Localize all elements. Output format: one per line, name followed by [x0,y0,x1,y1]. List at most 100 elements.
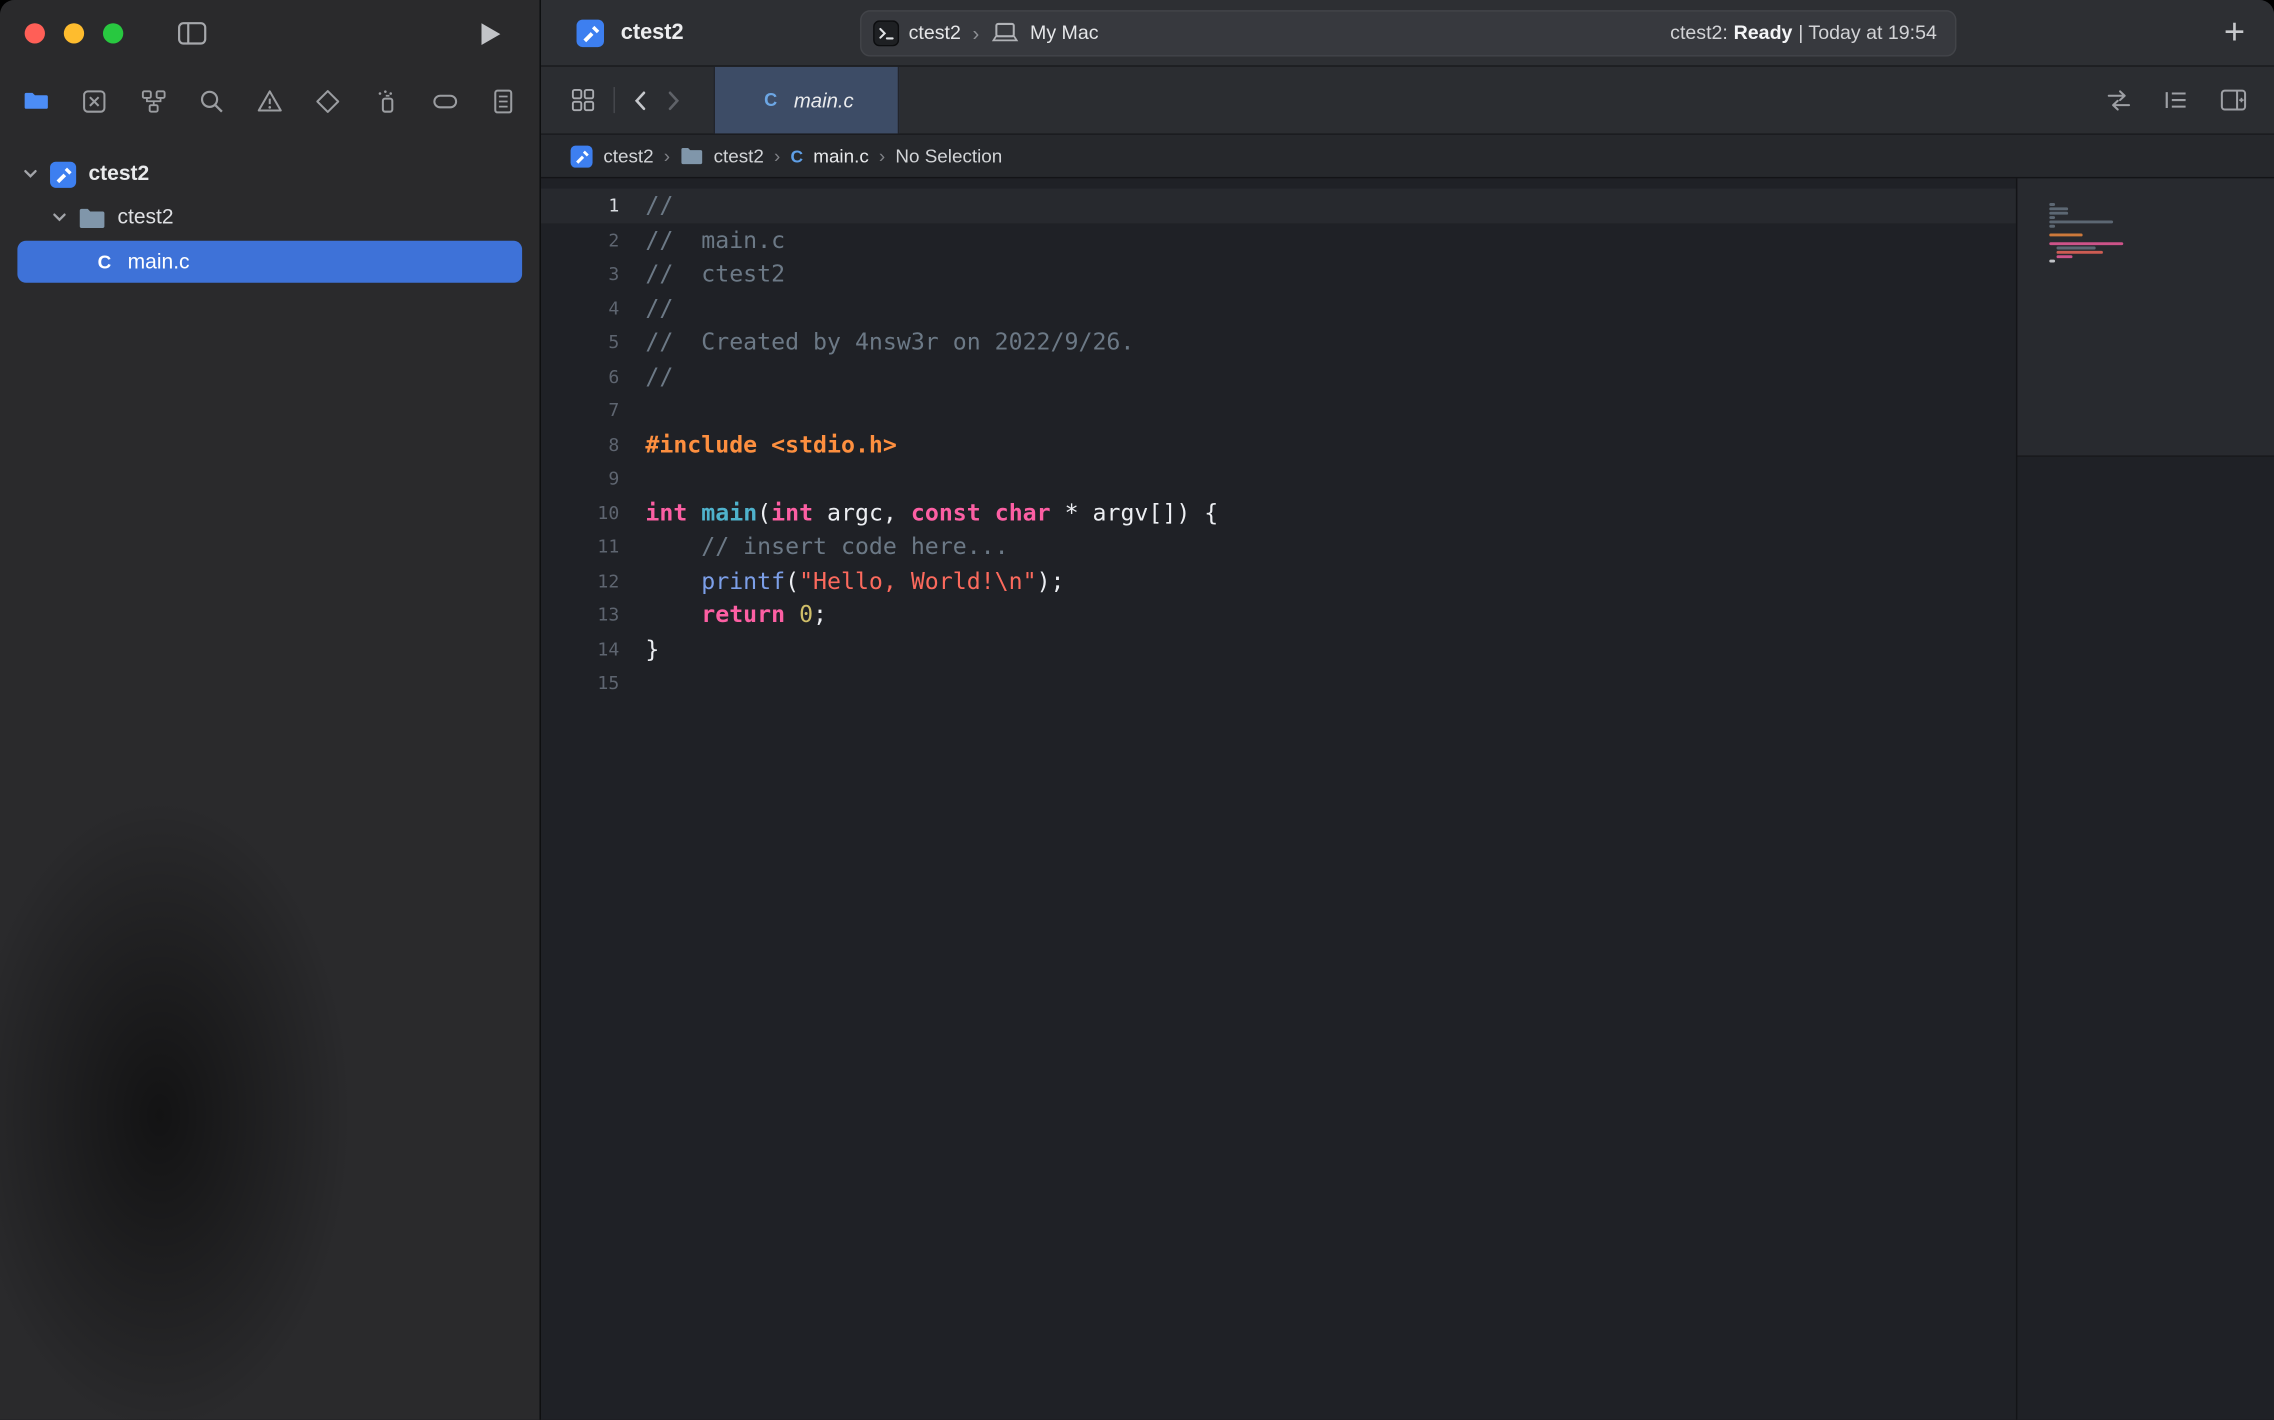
debug-navigator-icon[interactable] [368,82,406,120]
code-text: // main.c [645,226,785,254]
go-back-icon[interactable] [632,89,647,111]
jump-bar: ctest2 › ctest2 › C main.c › No Selectio… [541,135,2274,179]
minimize-button[interactable] [64,23,84,43]
source-editor: 1// 2 // main.c 3// ctest2 4 // 5// Created by… [541,178,2274,1419]
disclosure-chevron-icon[interactable] [22,168,38,180]
disclosure-chevron-icon[interactable] [51,212,67,224]
tree-row-project[interactable]: ctest2 [0,152,540,196]
tree-row-file-selected[interactable]: C main.c [17,241,522,283]
project-app-icon[interactable] [570,144,593,167]
report-navigator-icon[interactable] [484,82,522,120]
jumpbar-separator: › [879,145,885,167]
code-review-icon[interactable] [2104,87,2133,113]
status-state: Ready [1734,22,1793,44]
code-text: printf("Hello, World!\n"); [645,567,1064,595]
close-button[interactable] [25,23,45,43]
xcode-project-icon [49,160,77,188]
tab-label: main.c [794,88,854,111]
line-number[interactable]: 3 [541,263,619,285]
line-number[interactable]: 6 [541,365,619,387]
code-text: // insert code here... [645,533,1008,561]
code-line[interactable]: 2 // main.c [541,223,2016,257]
code-text: return 0; [645,601,827,629]
jumpbar-file[interactable]: main.c [813,145,869,167]
sidebar-shadow-artifact [0,709,406,1420]
status-time: | Today at 19:54 [1798,22,1937,44]
code-text: // [645,294,673,322]
jumpbar-separator: › [774,145,780,167]
xcode-window: ctest2 ctest2 C main.c c [0,0,2274,1420]
go-forward-icon[interactable] [667,89,682,111]
my-mac-icon [991,22,1020,44]
code-line[interactable]: 4 // [541,291,2016,325]
run-button[interactable] [480,21,502,46]
jumpbar-group[interactable]: ctest2 [714,145,764,167]
destination-label: My Mac [1030,22,1099,44]
code-line[interactable]: 8 #include <stdio.h> [541,427,2016,461]
adjust-editor-options-icon[interactable] [2162,87,2190,113]
project-navigator-tree: ctest2 ctest2 C main.c [0,135,540,283]
line-number[interactable]: 15 [541,672,619,694]
line-number[interactable]: 5 [541,331,619,353]
code-line[interactable]: 10 int main(int argc, const char * argv[]… [541,495,2016,529]
scheme-separator: › [971,21,981,44]
navigator-sidebar: ctest2 ctest2 C main.c [0,0,541,1420]
jumpbar-project[interactable]: ctest2 [603,145,653,167]
tree-group-label: ctest2 [117,206,173,229]
code-text: int main(int argc, const char * argv[]) … [645,499,1218,527]
code-lines[interactable]: 1// 2 // main.c 3// ctest2 4 // 5// Created by… [541,178,2016,1419]
code-line[interactable]: 3// ctest2 [541,257,2016,291]
project-navigator-icon[interactable] [17,82,55,120]
line-number[interactable]: 8 [541,433,619,455]
test-navigator-icon[interactable] [309,82,347,120]
tab-main-c[interactable]: C main.c [714,67,900,134]
line-number[interactable]: 13 [541,604,619,626]
minimap[interactable] [2016,178,2274,1419]
tab-overview-icon[interactable] [570,87,596,113]
tree-file-label: main.c [128,250,190,273]
library-add-button[interactable]: + [2218,15,2251,51]
code-line[interactable]: 9 [541,461,2016,495]
toggle-sidebar-icon[interactable] [177,20,207,46]
code-line[interactable]: 5// Created by 4nsw3r on 2022/9/26. [541,325,2016,359]
code-line[interactable]: 15 [541,666,2016,700]
code-line[interactable]: 14} [541,632,2016,666]
line-number[interactable]: 9 [541,467,619,489]
source-control-navigator-icon[interactable] [76,82,114,120]
add-editor-icon[interactable] [2219,87,2248,113]
symbol-navigator-icon[interactable] [134,82,172,120]
issue-navigator-icon[interactable] [251,82,289,120]
toolbar-divider [613,87,614,113]
find-navigator-icon[interactable] [193,82,231,120]
code-text: #include <stdio.h> [645,430,896,458]
zoom-button[interactable] [103,23,123,43]
tree-row-group[interactable]: ctest2 [0,196,540,240]
line-number[interactable]: 1 [541,195,619,217]
line-number[interactable]: 2 [541,229,619,251]
line-number[interactable]: 4 [541,297,619,319]
activity-view[interactable]: ctest2 › My Mac ctest2: Ready | Today at… [859,9,1955,55]
line-number[interactable]: 12 [541,570,619,592]
code-line[interactable]: 11 // insert code here... [541,529,2016,563]
code-line[interactable]: 7 [541,393,2016,427]
line-number[interactable]: 10 [541,501,619,523]
breakpoint-navigator-icon[interactable] [426,82,464,120]
code-line[interactable]: 1// [541,189,2016,223]
play-icon [480,21,502,46]
code-line[interactable]: 6// [541,359,2016,393]
code-line[interactable]: 12 printf("Hello, World!\n"); [541,563,2016,597]
status-project: ctest2: [1670,22,1728,44]
main-toolbar: ctest2 ctest2 › My Mac [541,0,2274,67]
window-title: ctest2 [621,20,684,45]
line-number[interactable]: 14 [541,638,619,660]
folder-icon[interactable] [680,146,703,165]
code-line[interactable]: 13 return 0; [541,598,2016,632]
sidebar-toolbar [0,0,540,67]
main-area: ctest2 ctest2 › My Mac [541,0,2274,1420]
tree-project-label: ctest2 [88,162,149,185]
line-number[interactable]: 7 [541,399,619,421]
c-file-icon: C [759,90,782,110]
line-number[interactable]: 11 [541,536,619,558]
jumpbar-selection[interactable]: No Selection [895,145,1002,167]
scheme-destination[interactable]: ctest2 › My Mac [872,20,1098,46]
